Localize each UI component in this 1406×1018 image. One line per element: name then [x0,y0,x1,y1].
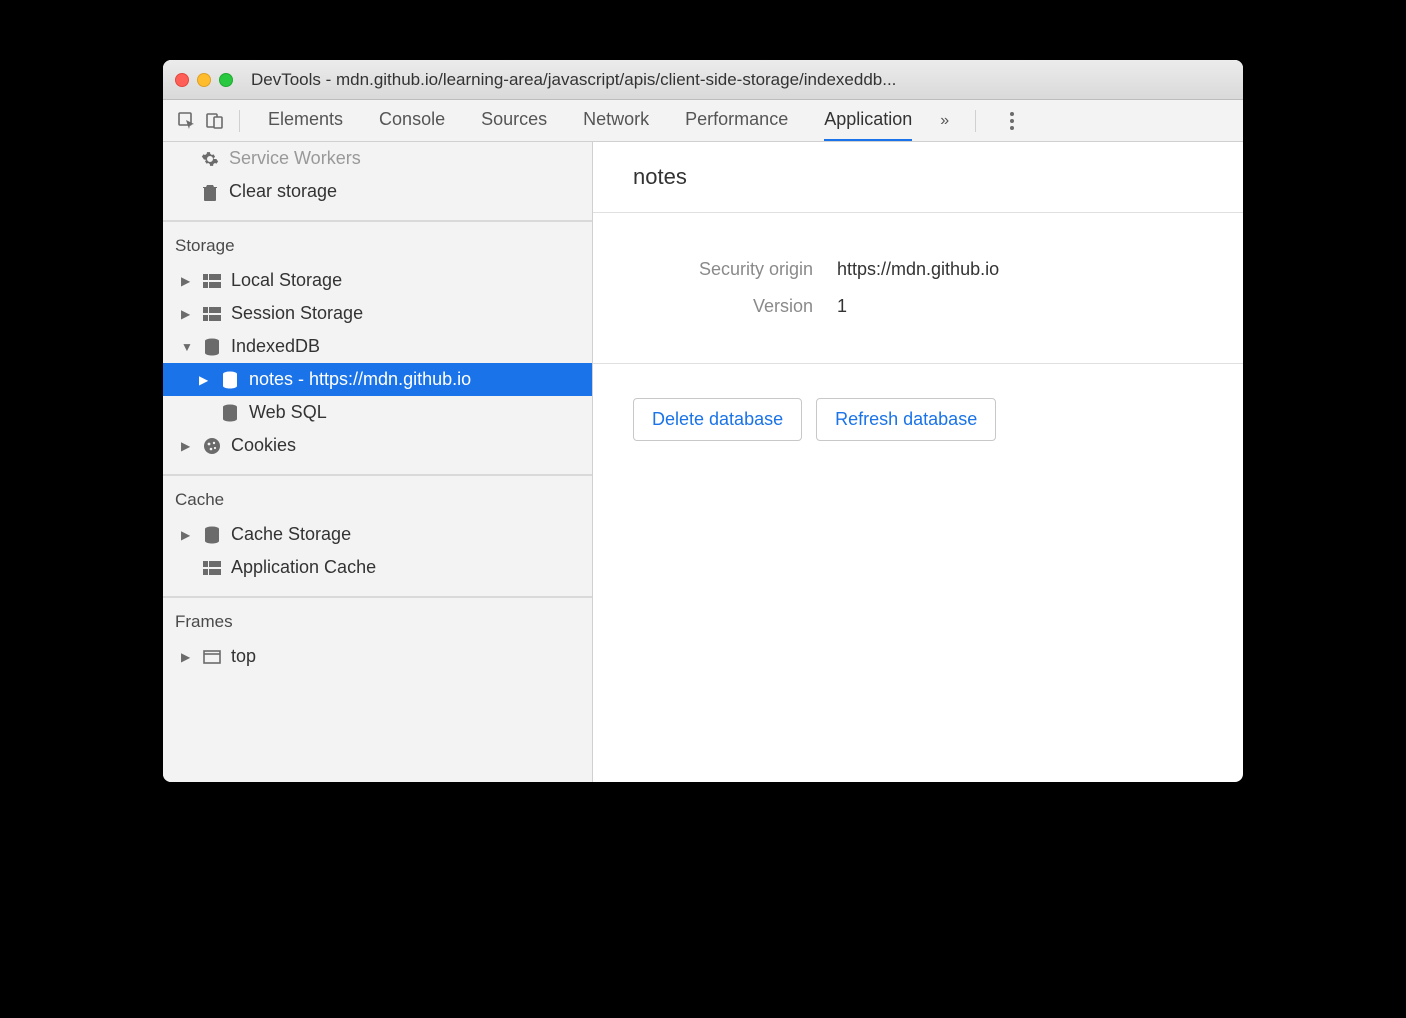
toolbar-overflow: » [940,110,1022,132]
database-properties: Security origin https://mdn.github.io Ve… [593,213,1243,364]
tab-network[interactable]: Network [583,100,649,141]
disclosure-down-icon: ▼ [181,340,193,354]
sidebar-item-label: Cache Storage [231,524,351,545]
sidebar-item-label: Service Workers [229,148,361,169]
database-icon [201,526,223,544]
device-toolbar-icon[interactable] [201,107,229,135]
tab-application[interactable]: Application [824,100,912,141]
disclosure-right-icon: ▶ [181,307,193,321]
disclosure-right-icon: ▶ [181,439,193,453]
gear-icon [199,150,221,168]
database-detail-panel: notes Security origin https://mdn.github… [593,142,1243,782]
sidebar-item-label: Web SQL [249,402,327,423]
sidebar-item-label: Local Storage [231,270,342,291]
sidebar-item-label: top [231,646,256,667]
settings-menu-icon[interactable] [1002,112,1022,130]
sidebar-item-session-storage[interactable]: ▶ Session Storage [163,297,592,330]
property-label: Version [633,296,813,317]
disclosure-right-icon: ▶ [181,650,193,664]
sidebar-section-frames: Frames [163,597,592,640]
tab-console[interactable]: Console [379,100,445,141]
window-title: DevTools - mdn.github.io/learning-area/j… [251,70,1231,90]
sidebar-item-application-cache[interactable]: Application Cache [163,551,592,584]
property-row-version: Version 1 [633,296,1203,317]
tab-performance[interactable]: Performance [685,100,788,141]
database-icon [219,404,241,422]
tab-sources[interactable]: Sources [481,100,547,141]
sidebar-item-label: notes - https://mdn.github.io [249,369,471,390]
sidebar-item-cookies[interactable]: ▶ Cookies [163,429,592,462]
sidebar-item-notes-db[interactable]: ▶ notes - https://mdn.github.io [163,363,592,396]
refresh-database-button[interactable]: Refresh database [816,398,996,441]
inspect-element-icon[interactable] [173,107,201,135]
sidebar-item-label: Cookies [231,435,296,456]
window-minimize-button[interactable] [197,73,211,87]
toolbar-divider-2 [975,110,976,132]
sidebar-item-top-frame[interactable]: ▶ top [163,640,592,673]
sidebar-item-label: Application Cache [231,557,376,578]
property-value: https://mdn.github.io [837,259,999,280]
database-name-heading: notes [593,142,1243,213]
disclosure-right-icon: ▶ [181,528,193,542]
sidebar-item-label: IndexedDB [231,336,320,357]
database-icon [201,338,223,356]
sidebar-item-cache-storage[interactable]: ▶ Cache Storage [163,518,592,551]
grid-icon [201,307,223,321]
database-icon [219,371,241,389]
devtools-toolbar: Elements Console Sources Network Perform… [163,100,1243,142]
sidebar-item-web-sql[interactable]: Web SQL [163,396,592,429]
window-close-button[interactable] [175,73,189,87]
devtools-body: Service Workers Clear storage Storage ▶ … [163,142,1243,782]
property-row-security-origin: Security origin https://mdn.github.io [633,259,1203,280]
property-value: 1 [837,296,847,317]
sidebar-item-local-storage[interactable]: ▶ Local Storage [163,264,592,297]
tab-elements[interactable]: Elements [268,100,343,141]
devtools-tabs: Elements Console Sources Network Perform… [268,100,912,141]
tabs-overflow-icon[interactable]: » [940,112,949,130]
sidebar-item-clear-storage[interactable]: Clear storage [163,175,592,208]
property-label: Security origin [633,259,813,280]
grid-icon [201,561,223,575]
grid-icon [201,274,223,288]
toolbar-divider [239,110,240,132]
window-titlebar: DevTools - mdn.github.io/learning-area/j… [163,60,1243,100]
window-maximize-button[interactable] [219,73,233,87]
sidebar-section-storage: Storage [163,221,592,264]
database-actions: Delete database Refresh database [593,364,1243,475]
sidebar-item-label: Session Storage [231,303,363,324]
trash-icon [199,183,221,201]
application-sidebar: Service Workers Clear storage Storage ▶ … [163,142,593,782]
sidebar-section-cache: Cache [163,475,592,518]
devtools-window: DevTools - mdn.github.io/learning-area/j… [163,60,1243,782]
sidebar-item-label: Clear storage [229,181,337,202]
sidebar-item-indexeddb[interactable]: ▼ IndexedDB [163,330,592,363]
disclosure-right-icon: ▶ [181,274,193,288]
disclosure-right-icon: ▶ [199,373,211,387]
sidebar-item-service-workers[interactable]: Service Workers [163,142,592,175]
cookie-icon [201,437,223,455]
frame-icon [201,650,223,664]
delete-database-button[interactable]: Delete database [633,398,802,441]
